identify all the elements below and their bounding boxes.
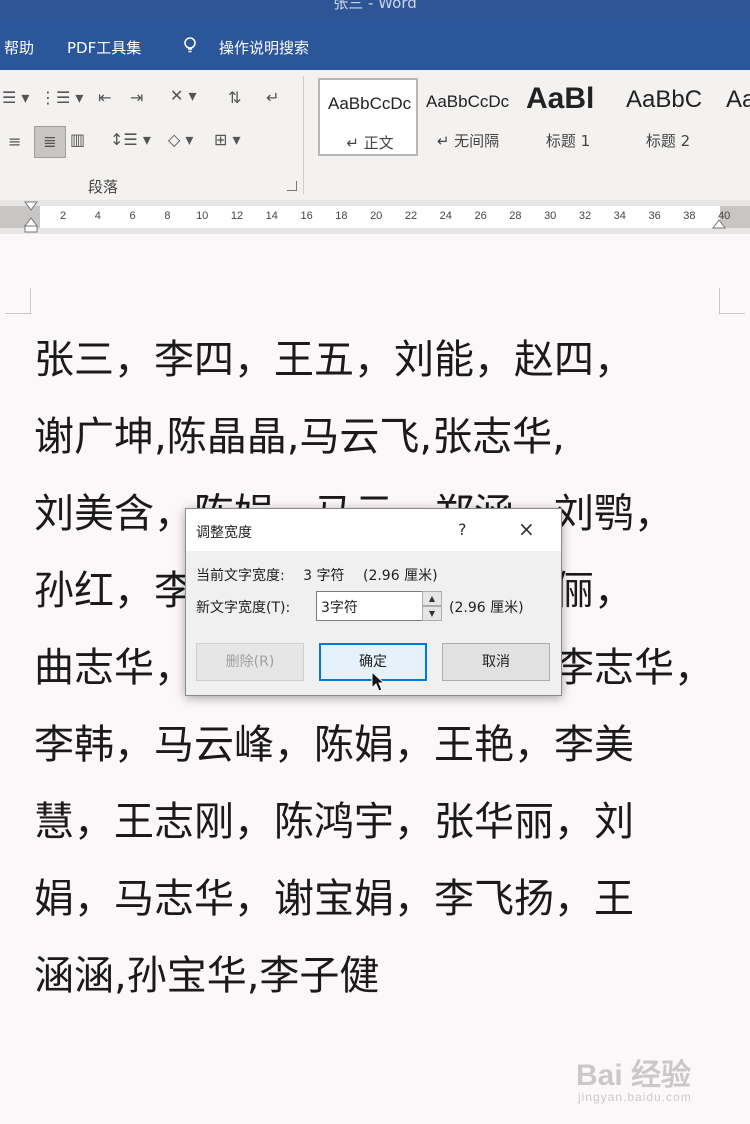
current-width-cm: (2.96 厘米) <box>362 568 438 584</box>
style-sample: AaBbCcDc <box>328 94 412 113</box>
new-width-label: 新文字宽度(T): <box>196 600 291 616</box>
ruler-tick-label: 34 <box>613 210 626 222</box>
dialog-title: 调整宽度 <box>196 525 252 541</box>
style-name: 标题 2 <box>645 132 691 150</box>
new-width-spinner: ▲ ▼ <box>422 591 442 621</box>
text-line[interactable]: 谢广坤,陈晶晶,马云飞,张志华, <box>34 399 724 476</box>
close-icon[interactable]: × <box>518 517 535 541</box>
cancel-button[interactable]: 取消 <box>442 643 550 681</box>
style-name: 标题 1 <box>545 132 591 150</box>
style-heading-2[interactable]: AaBbC 标题 2 <box>618 78 718 156</box>
borders-icon[interactable]: ⊞ ▾ <box>214 130 241 149</box>
align-right-icon[interactable]: ≡ <box>8 132 21 151</box>
style-normal[interactable]: AaBbCcDc ↵ 正文 <box>318 78 418 156</box>
crop-mark-icon <box>5 288 31 314</box>
style-sample: Aa <box>726 86 750 113</box>
title-bar: 张三 - Word <box>0 0 750 20</box>
ruler-tick-label: 4 <box>94 210 101 222</box>
style-name: ↵ 正文 <box>346 134 394 152</box>
menu-pdf-tools[interactable]: PDF工具集 <box>67 37 141 58</box>
adjust-width-dialog: 调整宽度 ? × 当前文字宽度: 3 字符 (2.96 厘米) 新文字宽度(T)… <box>185 508 562 696</box>
ruler-tick-label: 10 <box>196 210 209 222</box>
new-width-cm: (2.96 厘米) <box>449 600 524 616</box>
style-name: ↵ 无间隔 <box>436 132 500 150</box>
shading-icon[interactable]: ◇ ▾ <box>168 130 193 149</box>
tell-me-search[interactable]: 操作说明搜索 <box>219 37 309 58</box>
paragraph-group-label: 段落 <box>88 178 119 196</box>
increase-indent-icon[interactable]: ⇥ <box>130 88 143 107</box>
distributed-icon[interactable]: ▥ <box>70 130 85 149</box>
ruler-tick-label: 38 <box>683 210 696 222</box>
justify-icon[interactable]: ≣ <box>34 126 66 158</box>
current-width-value: 3 字符 <box>303 568 345 584</box>
style-heading-1[interactable]: AaBl 标题 1 <box>518 78 618 156</box>
group-divider <box>303 76 304 194</box>
spin-down-icon[interactable]: ▼ <box>422 606 442 621</box>
style-sample: AaBl <box>526 82 595 115</box>
ribbon: ☰ ▾ ⋮☰ ▾ ⇤ ⇥ ✕ ▾ ⇅ ↵ ≡ ≣ ▥ ↕☰ ▾ ◇ ▾ ⊞ ▾ … <box>0 70 750 201</box>
ruler-tick-label: 14 <box>265 210 278 222</box>
new-width-value: 3字符 <box>321 600 358 616</box>
sort-icon[interactable]: ⇅ <box>228 88 241 107</box>
text-line[interactable]: 涵涵,孙宝华,李子健 <box>34 938 724 1015</box>
ruler-tick-label: 2 <box>59 210 67 222</box>
decrease-indent-icon[interactable]: ⇤ <box>98 88 111 107</box>
style-title[interactable]: Aa <box>718 78 750 156</box>
numbering-icon[interactable]: ⋮☰ ▾ <box>40 88 83 107</box>
ruler-tick-label: 24 <box>439 210 452 222</box>
ruler-tick-label: 30 <box>544 210 557 222</box>
text-line[interactable]: 张三，李四，王五，刘能，赵四， <box>34 322 724 399</box>
current-width-row: 当前文字宽度: 3 字符 (2.96 厘米) <box>196 565 438 585</box>
ruler-tick-label: 18 <box>335 210 348 222</box>
menu-help[interactable]: 帮助 <box>4 37 34 58</box>
ruler-tick-label: 8 <box>164 210 171 222</box>
line-spacing-icon[interactable]: ↕☰ ▾ <box>110 130 151 149</box>
text-line[interactable]: 李韩，马云峰，陈娟，王艳，李美 <box>34 707 724 784</box>
asian-layout-icon[interactable]: ✕ ▾ <box>170 86 197 105</box>
menu-bar: 帮助 PDF工具集 操作说明搜索 <box>0 20 750 70</box>
text-line[interactable]: 娟，马志华，谢宝娟，李飞扬，王 <box>34 861 724 938</box>
current-width-label: 当前文字宽度: <box>196 568 285 584</box>
ruler-tick-label: 22 <box>404 210 418 222</box>
mouse-cursor-icon <box>371 671 386 692</box>
ruler-tick-label: 36 <box>648 210 661 222</box>
delete-button[interactable]: 删除(R) <box>196 643 304 681</box>
window-title: 张三 - Word <box>333 0 417 12</box>
help-icon[interactable]: ? <box>458 520 467 539</box>
horizontal-ruler: 2 4 6 8 10 12 14 16 18 20 22 24 26 28 30 32 34 36 38 40 <box>0 200 750 234</box>
style-no-spacing[interactable]: AaBbCcDc ↵ 无间隔 <box>418 78 518 156</box>
indent-marker-icon[interactable] <box>23 200 39 234</box>
watermark-brand: Bai 经验 <box>576 1059 692 1092</box>
crop-mark-icon <box>719 288 745 314</box>
show-marks-icon[interactable]: ↵ <box>266 88 279 107</box>
ruler-tick-label: 32 <box>578 210 592 222</box>
ruler-tick-label: 20 <box>370 210 383 222</box>
ruler-tick-label: 28 <box>509 210 522 222</box>
ruler-tick-label: 26 <box>474 210 487 222</box>
paragraph-launcher-icon[interactable] <box>287 181 297 191</box>
style-sample: AaBbCcDc <box>426 92 510 111</box>
ruler-tick-label: 6 <box>129 210 136 222</box>
baidu-watermark: Bai 经验 jingyan.baidu.com <box>576 1050 746 1110</box>
watermark-url: jingyan.baidu.com <box>578 1090 692 1104</box>
text-line[interactable]: 慧，王志刚，陈鸿宇，张华丽，刘 <box>34 784 724 861</box>
ruler-tick-label: 40 <box>718 210 731 222</box>
spin-up-icon[interactable]: ▲ <box>422 591 442 606</box>
style-sample: AaBbC <box>626 86 703 113</box>
bullets-icon[interactable]: ☰ ▾ <box>2 88 29 107</box>
styles-gallery: AaBbCcDc ↵ 正文 AaBbCcDc ↵ 无间隔 AaBl 标题 1 A… <box>314 78 750 160</box>
ruler-tick-label: 12 <box>230 210 244 222</box>
dialog-title-bar[interactable]: 调整宽度 ? × <box>186 509 561 551</box>
lightbulb-icon[interactable] <box>183 37 197 53</box>
ruler-tick-label: 16 <box>300 210 313 222</box>
